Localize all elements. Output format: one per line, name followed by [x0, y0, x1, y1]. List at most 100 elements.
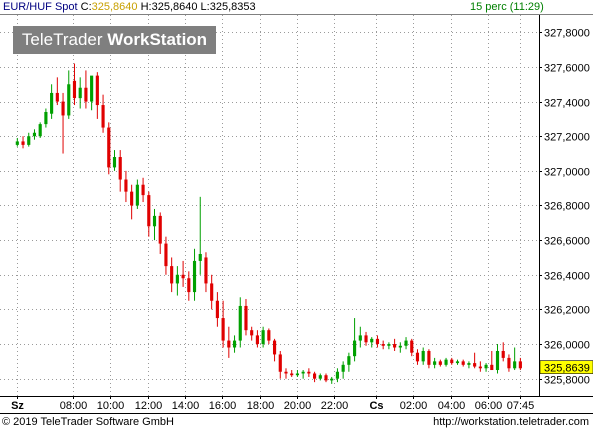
candle-body — [187, 278, 191, 293]
instrument-name: EUR/HUF Spot — [3, 1, 78, 13]
close-value: 325,8640 — [91, 1, 138, 13]
x-tick-label: 07:45 — [507, 400, 535, 412]
candle-body — [261, 330, 265, 345]
candle-body — [50, 92, 54, 114]
candle-body — [450, 359, 454, 364]
candle-body — [461, 361, 465, 365]
candle-body — [67, 84, 71, 116]
candle-body — [278, 354, 282, 372]
x-tick-label: 10:00 — [97, 400, 125, 412]
candle-body — [21, 141, 25, 145]
logo-text-1: TeleTrader — [21, 30, 108, 49]
x-tick-label: 22:00 — [321, 400, 349, 412]
y-tick-label: 327,8000 — [544, 28, 590, 40]
candle-body — [484, 364, 488, 369]
footer-url-link[interactable]: http://workstation.teletrader.com — [433, 416, 589, 428]
candle-body — [72, 80, 77, 99]
chart-canvas: 327,8000 327,6000 327,4000 327,2000 327,0000… — [0, 0, 593, 431]
candle-body — [473, 363, 477, 367]
y-tick-label: 326,0000 — [544, 340, 590, 352]
candle-body — [467, 363, 471, 365]
x-tick-label: Cs — [369, 400, 383, 412]
y-tick-label: 325,8000 — [544, 375, 590, 387]
candle-body — [507, 357, 511, 369]
x-tick-label: 14:00 — [172, 400, 200, 412]
candle-body — [290, 373, 294, 376]
interval-label: 15 perc (11:29) — [470, 1, 544, 13]
candle-body — [164, 243, 168, 267]
candle-body — [198, 253, 202, 261]
candle-body — [518, 361, 522, 369]
x-tick-label: 04:00 — [438, 400, 466, 412]
candle-body — [232, 340, 237, 348]
candle-body — [141, 184, 145, 196]
close-label: C: — [80, 1, 92, 13]
candle-body — [38, 124, 42, 137]
candle-body — [61, 101, 65, 116]
candle-body — [353, 340, 357, 357]
candle-body — [107, 127, 111, 168]
candle-body — [433, 361, 437, 365]
copyright-text: © 2019 TeleTrader Software GmbH — [2, 416, 174, 428]
x-tick-label: 06:00 — [475, 400, 503, 412]
candle-body — [32, 132, 37, 137]
y-tick-label: 326,8000 — [544, 201, 590, 213]
candle-body — [204, 257, 208, 284]
candle-body — [152, 215, 157, 227]
candle-body — [347, 356, 351, 365]
last-price-label: 325,8639 — [544, 363, 590, 375]
y-tick-label: 327,4000 — [544, 98, 590, 110]
candle-body — [364, 335, 368, 343]
candle-body — [44, 111, 48, 125]
candle-body — [158, 215, 162, 244]
x-tick-label: 16:00 — [209, 400, 237, 412]
candle-body — [210, 283, 214, 301]
candle-body — [244, 305, 248, 331]
candle-body — [427, 350, 431, 365]
candle-body — [301, 371, 305, 374]
x-tick-label: 12:00 — [135, 400, 163, 412]
x-tick-label: 20:00 — [284, 400, 312, 412]
candle-body — [318, 375, 322, 379]
candle-body — [313, 373, 317, 379]
candle-body — [393, 344, 397, 348]
x-tick-label: 02:00 — [400, 400, 428, 412]
candle-body — [118, 157, 122, 180]
y-tick-label: 327,2000 — [544, 132, 590, 144]
candle-body — [130, 191, 134, 206]
candle-body — [495, 350, 500, 371]
candle-body — [455, 361, 460, 364]
candle-body — [175, 274, 179, 284]
y-tick-label: 327,6000 — [544, 63, 590, 75]
candle-body — [438, 361, 442, 365]
candle-body — [330, 378, 334, 381]
low-label: L: — [200, 1, 210, 13]
candle-body — [284, 371, 288, 374]
candle-body — [147, 195, 151, 227]
candle-body — [238, 305, 242, 341]
candle-body — [221, 318, 225, 341]
candle-body — [272, 340, 277, 355]
candle-body — [501, 350, 505, 358]
logo-text-2: WorkStation — [107, 30, 208, 49]
candle-body — [135, 184, 139, 206]
teletrader-logo: TeleTrader WorkStation — [13, 26, 216, 54]
x-tick-label: 18:00 — [247, 400, 275, 412]
candle-body — [324, 375, 328, 381]
candle-body — [250, 330, 254, 336]
candle-body — [478, 366, 482, 369]
candle-body — [101, 105, 105, 128]
candle-body — [170, 266, 174, 284]
candle-body — [215, 300, 219, 319]
y-tick-label: 326,2000 — [544, 305, 590, 317]
candle-body — [95, 75, 99, 106]
y-tick-label: 326,4000 — [544, 271, 590, 283]
candle-body — [387, 344, 391, 346]
candle-body — [415, 352, 420, 362]
high-label: H: — [140, 1, 152, 13]
candle-body — [27, 136, 31, 145]
high-value: 325,8640 — [151, 1, 198, 13]
y-tick-label: 326,6000 — [544, 236, 590, 248]
candle-body — [124, 179, 128, 192]
candle-body — [112, 157, 117, 168]
